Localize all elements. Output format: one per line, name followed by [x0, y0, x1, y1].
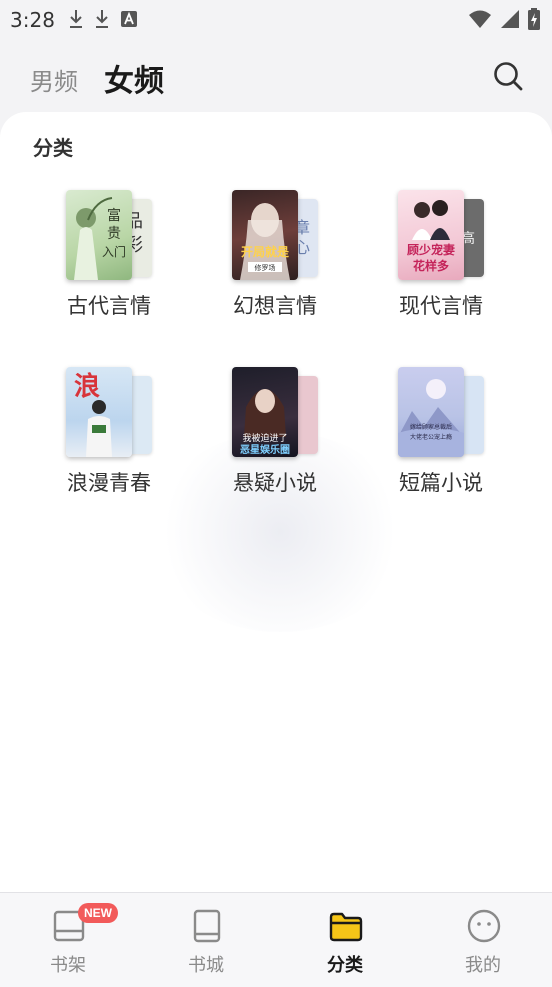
cover-front: 浪 — [66, 367, 132, 457]
wifi-icon — [469, 10, 491, 28]
book-icon — [193, 909, 221, 943]
svg-text:顾少宠妻: 顾少宠妻 — [407, 242, 455, 257]
tab-male-channel[interactable]: 男频 — [30, 62, 78, 97]
category-modern-romance[interactable]: 高 顾少宠妻 花样多 现代言情 — [366, 190, 516, 340]
cover-front: 富 贵 入门 — [66, 190, 132, 280]
category-panel: 分类 品彩 富 贵 入门 古代言情 章心 开局就是 修罗场 幻想言情 高 顾少宠… — [0, 112, 552, 892]
cover-stack: 品彩 富 贵 入门 — [66, 190, 156, 282]
category-label: 悬疑小说 — [233, 471, 317, 495]
svg-text:恶星娱乐圈: 恶星娱乐圈 — [240, 443, 290, 456]
nav-bookstore[interactable]: 书城 — [156, 905, 256, 976]
category-short-story[interactable]: 嫁给顾家总裁后 大佬老公宠上瘾 短篇小说 — [366, 367, 516, 517]
cover-stack: 浪 — [66, 367, 156, 459]
svg-text:修罗场: 修罗场 — [255, 263, 276, 272]
font-app-icon — [121, 11, 137, 27]
status-bar: 3:28 — [0, 0, 552, 40]
nav-label: 我的 — [465, 955, 501, 976]
download-icon — [70, 10, 82, 28]
cover-stack: 章心 开局就是 修罗场 — [232, 190, 322, 282]
section-title: 分类 — [33, 136, 73, 160]
svg-text:嫁给顾家总裁后: 嫁给顾家总裁后 — [410, 423, 452, 431]
cover-front: 顾少宠妻 花样多 — [398, 190, 464, 280]
svg-text:富: 富 — [107, 207, 121, 224]
svg-text:大佬老公宠上瘾: 大佬老公宠上瘾 — [410, 433, 452, 441]
search-icon — [494, 62, 523, 91]
battery-charging-icon — [528, 8, 540, 30]
status-time: 3:28 — [10, 8, 55, 32]
nav-category[interactable]: 分类 — [295, 905, 395, 976]
category-label: 浪漫青春 — [67, 471, 151, 495]
cover-front: 嫁给顾家总裁后 大佬老公宠上瘾 — [398, 367, 464, 457]
category-ancient-romance[interactable]: 品彩 富 贵 入门 古代言情 — [34, 190, 184, 340]
category-label: 幻想言情 — [233, 294, 317, 318]
status-right-icons — [468, 8, 540, 30]
nav-profile[interactable]: 我的 — [433, 905, 533, 976]
category-label: 古代言情 — [67, 294, 151, 318]
cover-front: 开局就是 修罗场 — [232, 190, 298, 280]
status-left-icons — [68, 9, 138, 29]
svg-text:贵: 贵 — [107, 226, 121, 242]
top-header: 男频 女频 — [0, 40, 552, 112]
svg-text:我被迫进了: 我被迫进了 — [242, 432, 287, 444]
nav-label: 分类 — [327, 955, 363, 976]
cover-stack: 嫁给顾家总裁后 大佬老公宠上瘾 — [398, 367, 488, 459]
svg-text:开局就是: 开局就是 — [241, 244, 290, 259]
folder-icon — [329, 912, 363, 942]
category-mystery[interactable]: 我被迫进了 恶星娱乐圈 悬疑小说 — [200, 367, 350, 517]
smiley-profile-icon — [467, 909, 501, 943]
category-label: 现代言情 — [399, 294, 483, 318]
new-badge: NEW — [78, 903, 118, 923]
signal-icon — [501, 10, 519, 28]
svg-text:入门: 入门 — [102, 244, 126, 259]
search-button[interactable] — [492, 60, 524, 92]
cover-front: 我被迫进了 恶星娱乐圈 — [232, 367, 298, 457]
download-icon — [96, 10, 108, 28]
bottom-navigation: NEW 书架 书城 分类 我的 — [0, 892, 552, 987]
tab-female-channel[interactable]: 女频 — [104, 56, 164, 100]
cover-stack: 我被迫进了 恶星娱乐圈 — [232, 367, 322, 459]
category-label: 短篇小说 — [399, 471, 483, 495]
category-youth-romance[interactable]: 浪 浪漫青春 — [34, 367, 184, 517]
nav-label: 书架 — [50, 955, 86, 976]
nav-label: 书城 — [188, 955, 224, 976]
svg-text:浪: 浪 — [74, 371, 100, 402]
svg-text:花样多: 花样多 — [413, 258, 449, 273]
nav-bookshelf[interactable]: NEW 书架 — [18, 903, 118, 976]
cover-stack: 高 顾少宠妻 花样多 — [398, 190, 488, 282]
category-fantasy-romance[interactable]: 章心 开局就是 修罗场 幻想言情 — [200, 190, 350, 340]
